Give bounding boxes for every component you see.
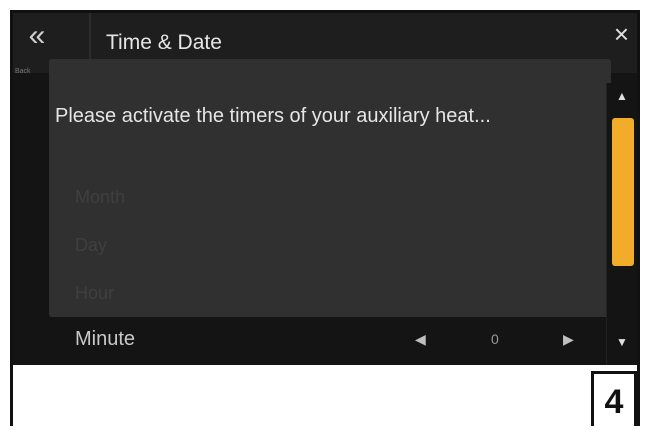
decrease-arrow-icon[interactable]: ◀ bbox=[415, 319, 426, 359]
close-icon[interactable]: × bbox=[614, 21, 629, 47]
increase-arrow-icon[interactable]: ▶ bbox=[563, 319, 574, 359]
scroll-up-icon[interactable]: ▲ bbox=[616, 89, 628, 103]
scrollbar[interactable]: ▲ ▼ bbox=[606, 83, 637, 365]
faded-row-hour: Hour bbox=[75, 283, 115, 303]
faded-row-month: Month bbox=[75, 187, 126, 207]
page-title: Time & Date bbox=[106, 31, 222, 54]
faded-row-day: Day bbox=[75, 235, 108, 255]
dialog-message: Please activate the timers of your auxil… bbox=[55, 105, 491, 127]
page-number-badge: 4 bbox=[591, 371, 637, 426]
infotainment-screen: « Back Time & Date × Minute ◀ 0 ▶ Please… bbox=[13, 13, 637, 365]
minute-row[interactable]: Minute ◀ 0 ▶ bbox=[75, 319, 605, 359]
minute-label: Minute bbox=[75, 328, 136, 350]
scroll-thumb[interactable] bbox=[612, 118, 634, 266]
notice-dialog: Please activate the timers of your auxil… bbox=[49, 59, 611, 317]
back-chevron-icon: « bbox=[28, 19, 46, 52]
scroll-down-icon[interactable]: ▼ bbox=[616, 335, 628, 349]
back-caption: Back bbox=[15, 68, 31, 75]
minute-stepper: ◀ 0 ▶ bbox=[415, 319, 585, 359]
minute-value: 0 bbox=[491, 331, 499, 347]
